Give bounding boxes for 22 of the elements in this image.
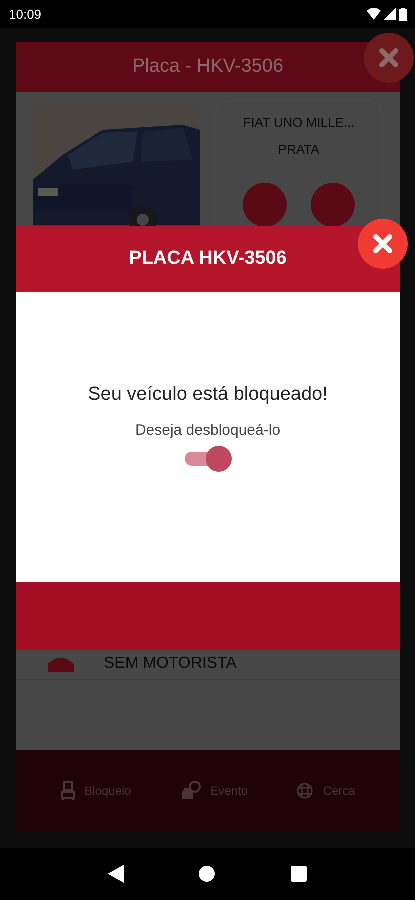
x-icon (378, 47, 400, 69)
unlock-switch[interactable] (183, 445, 233, 473)
status-time: 10:09 (9, 6, 42, 22)
home-icon[interactable] (199, 866, 216, 882)
driver-icon (48, 656, 74, 672)
battery-icon (399, 8, 407, 20)
close-icon[interactable] (364, 33, 414, 83)
back-icon[interactable] (108, 865, 124, 883)
close-icon (372, 233, 394, 255)
vehicle-color: PRATA (278, 142, 320, 157)
seat-icon (60, 781, 75, 801)
wifi-icon (367, 8, 381, 20)
unlock-prompt: Deseja desbloqueá-lo (135, 422, 281, 439)
blocked-message: Seu veículo está bloqueado! (88, 384, 328, 406)
grid-globe-icon (297, 783, 314, 799)
driver-status: SEM MOTORISTA (104, 655, 237, 673)
vehicle-model: FIAT UNO MILLE... (243, 115, 355, 130)
page-title: Placa - HKV-3506 (132, 56, 284, 78)
modal-title: PLACA HKV-3506 (129, 248, 287, 270)
car-alert-icon (180, 781, 201, 801)
signal-icon (384, 8, 396, 20)
recents-icon[interactable] (291, 866, 308, 882)
